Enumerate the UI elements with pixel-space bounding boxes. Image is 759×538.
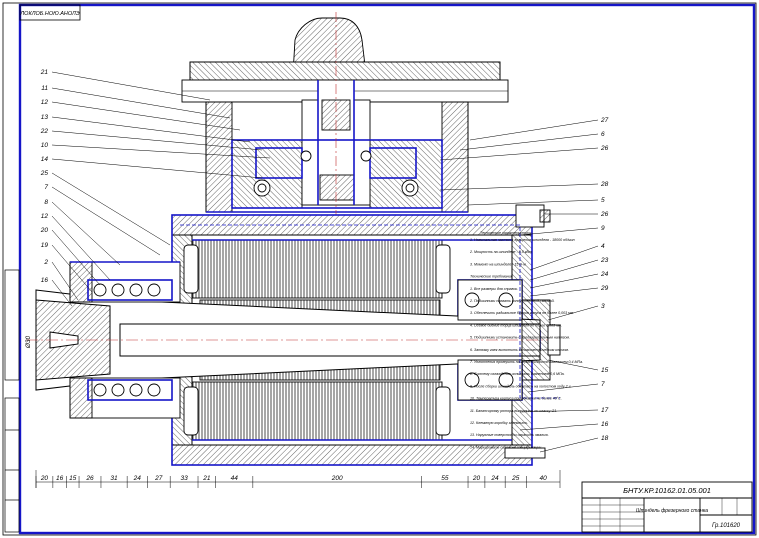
callout-r7: 7 <box>601 381 605 388</box>
callout-r24: 24 <box>600 271 609 278</box>
dimension-label: 40 <box>540 475 548 482</box>
callout-14: 14 <box>41 156 49 163</box>
dimension-label: 44 <box>231 475 239 482</box>
dimension-label: 20 <box>472 475 481 482</box>
notes-line: 10. Температура корпуса при обкатке не б… <box>470 397 562 401</box>
title-block-doc-number: БНТУ.КР.10162.01.05.001 <box>623 486 711 495</box>
callout-21: 21 <box>40 69 49 76</box>
callout-r4: 4 <box>601 243 605 250</box>
callout-12b: 12 <box>41 213 49 220</box>
notes-line: 4. Осевое биение торца шпинделя не более… <box>470 323 562 327</box>
top-stamp: ЛОКЛОБ.НОЮ.АНОЛЭ <box>19 4 81 21</box>
dimension-ticks: 20 16 15 26 31 24 27 33 21 44 200 55 20 24 25 40 <box>35 475 548 488</box>
callout-r27: 27 <box>600 117 609 124</box>
notes-line: 5. Подшипники установить с предварительн… <box>470 336 570 340</box>
notes-line: 13. Наружные поверхности окрасить эмалью… <box>470 433 549 437</box>
callout-r9: 9 <box>601 225 605 232</box>
callout-7: 7 <box>44 184 48 191</box>
notes-line: 3. Момент на шпинделе - 15 Н·м <box>470 262 526 266</box>
top-stamp-text: ЛОКЛОБ.НОЮ.АНОЛЭ <box>19 11 79 17</box>
engineering-drawing-sheet: ЛОКЛОБ.НОЮ.АНОЛЭ 21 11 12 13 22 10 14 25… <box>2 2 757 536</box>
dimension-label: 20 <box>40 475 49 482</box>
notes-line: 2. Подшипники смазать консистентной смаз… <box>469 299 555 303</box>
dimension-label: 24 <box>133 475 142 482</box>
notes-line: 11. Балансировку ротора выполнить по кла… <box>470 409 557 413</box>
callout-numbers-left: 21 11 12 13 22 10 14 25 7 8 12 20 19 2 1… <box>40 69 49 284</box>
callout-r16: 16 <box>601 421 609 428</box>
callout-2: 2 <box>43 259 48 266</box>
callout-numbers-right: 27 6 26 28 5 26 9 4 23 24 29 3 15 7 17 1… <box>600 117 609 442</box>
notes-line: Технические требования <box>470 275 513 279</box>
dimension-label: 33 <box>180 475 188 482</box>
callout-12: 12 <box>41 99 49 106</box>
dimension-label: 16 <box>56 475 64 482</box>
callout-13: 13 <box>41 114 49 121</box>
callout-20: 20 <box>40 227 49 234</box>
callout-r3: 3 <box>601 303 605 310</box>
callout-22: 22 <box>40 128 49 135</box>
title-block-name: Шпиндель фрезерного станка <box>636 508 708 514</box>
callout-25: 25 <box>40 170 49 177</box>
dimension-label: 27 <box>154 475 163 482</box>
callout-10: 10 <box>41 142 49 149</box>
notes-line: 1. Номинальная частота вращения шпинделя… <box>470 238 575 242</box>
notes-line: 7. Уплотнения проверить на герметичность… <box>470 360 583 364</box>
notes-line: 2. Мощность на шпинделе - 5,5 кВт <box>469 250 532 254</box>
dimension-label: 24 <box>490 475 499 482</box>
callout-r17: 17 <box>601 407 609 414</box>
notes-line: 8. Систему охлаждения испытать давлением… <box>470 372 565 376</box>
callout-r18: 18 <box>601 435 609 442</box>
notes-line: 1. Все размеры для справок. <box>470 287 518 291</box>
dimension-label: 55 <box>441 475 449 482</box>
dim-left-diameter: Ø30 <box>25 335 32 349</box>
dimension-label: 15 <box>69 475 77 482</box>
callout-r6: 6 <box>601 131 605 138</box>
dimension-label: 21 <box>202 475 211 482</box>
notes-line: 6. Затяжку гаек выполнить динамометричес… <box>470 348 569 352</box>
dimension-label: 31 <box>110 475 118 482</box>
callout-r28: 28 <box>600 181 609 188</box>
notes-line: 3. Обеспечить радиальное биение конуса н… <box>470 311 574 315</box>
notes-heading: Технические характеристики <box>480 231 531 235</box>
callout-8: 8 <box>44 199 48 206</box>
callout-r23: 23 <box>600 257 609 264</box>
callout-11: 11 <box>41 85 48 92</box>
dimension-label: 26 <box>85 475 94 482</box>
dimension-label: 200 <box>331 475 343 482</box>
callout-r26: 26 <box>600 145 609 152</box>
callout-16: 16 <box>41 277 49 284</box>
callout-r15: 15 <box>601 367 609 374</box>
callout-19: 19 <box>41 242 49 249</box>
callout-r29: 29 <box>600 285 609 292</box>
notes-line: 14. Маркировать согласно спецификации. <box>470 445 542 449</box>
callout-r26b: 26 <box>600 211 609 218</box>
title-block-group: Гр.101620 <box>712 523 741 529</box>
callout-r5: 5 <box>601 197 605 204</box>
notes-line: 12. Клеммную коробку заземлить. <box>470 421 528 425</box>
left-margin-strip <box>4 269 20 533</box>
dimension-label: 25 <box>511 475 520 482</box>
notes-line: 9. После сборки шпиндель обкатать на хол… <box>470 384 571 388</box>
